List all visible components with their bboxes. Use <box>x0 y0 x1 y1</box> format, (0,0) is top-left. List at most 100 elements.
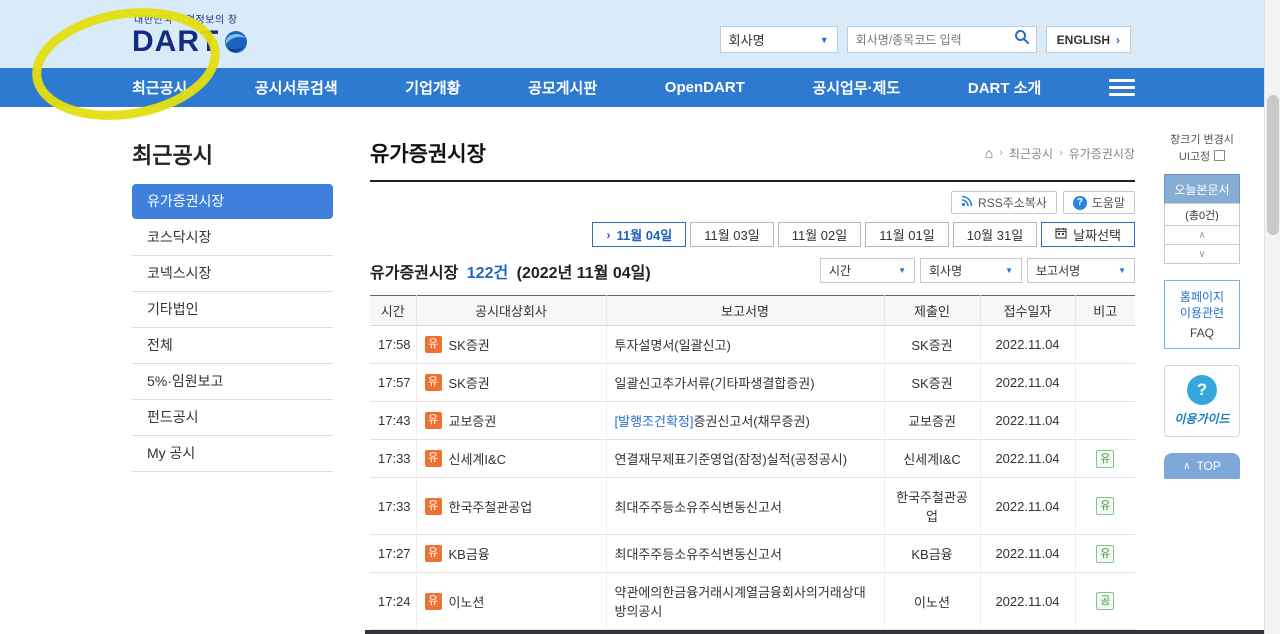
breadcrumb-kospi[interactable]: 유가증권시장 <box>1069 145 1135 162</box>
company-link[interactable]: 한국주철관공업 <box>449 500 533 515</box>
page-bottom-edge <box>365 630 1264 634</box>
today-docs-prev-button[interactable]: ∧ <box>1164 225 1240 245</box>
main-content: 유가증권시장 ⌂ › 최근공시 › 유가증권시장 RSS주소복사 ? 도움말 ›… <box>370 138 1135 634</box>
date-tab-nov01[interactable]: 11월 01일 <box>865 222 949 247</box>
company-link[interactable]: 이노션 <box>449 595 485 610</box>
report-correction-link[interactable]: [발행조건확정] <box>615 414 694 429</box>
nav-item-disclosure-system[interactable]: 공시업무·제도 <box>812 77 900 98</box>
page-scrollbar-track[interactable] <box>1264 0 1280 634</box>
date-tab-nov04[interactable]: › 11월 04일 <box>592 222 687 247</box>
sort-select-report[interactable]: 보고서명 ▼ <box>1027 258 1135 283</box>
arrow-right-icon: › <box>1116 32 1120 47</box>
sidebar-item-kospi[interactable]: 유가증권시장 <box>132 184 333 219</box>
faq-label: FAQ <box>1189 326 1214 341</box>
kospi-market-badge: 유 <box>424 497 442 515</box>
kospi-market-badge: 유 <box>424 545 442 562</box>
breadcrumb-recent[interactable]: 최근공시 <box>1009 145 1053 162</box>
table-row: 17:33 유 한국주철관공업 최대주주등소유주식변동신고서 한국주철관공업 20… <box>370 477 1135 535</box>
table-header-row: 시간 공시대상회사 보고서명 제출인 접수일자 비고 <box>370 295 1135 326</box>
date-tab-label: 10월 31일 <box>966 228 1024 243</box>
nav-item-opendart[interactable]: OpenDART <box>665 79 745 96</box>
row-submitter: SK증권 <box>883 325 980 364</box>
date-picker-label: 날짜선택 <box>1073 228 1121 243</box>
row-submitter: 신세계I&C <box>883 439 980 478</box>
report-link[interactable]: 증권신고서(채무증권) <box>693 414 809 429</box>
row-date: 2022.11.04 <box>979 534 1075 573</box>
sidebar-item-konex[interactable]: 코넥스시장 <box>132 256 333 292</box>
report-link[interactable]: 약관에의한금융거래시계열금융회사의거래상대방의공시 <box>615 585 866 619</box>
report-link[interactable]: 최대주주등소유주식변동신고서 <box>615 547 782 562</box>
english-label: ENGLISH <box>1056 32 1110 47</box>
search-input[interactable] <box>855 32 1014 47</box>
search-category-select[interactable]: 회사명 ▼ <box>719 26 838 53</box>
report-link[interactable]: 연결재무제표기준영업(잠정)실적(공정공시) <box>615 452 848 467</box>
sort-select-time[interactable]: 시간 ▼ <box>820 258 915 283</box>
top-label: TOP <box>1196 459 1221 474</box>
question-circle-icon: ? <box>1187 375 1217 406</box>
remark-badge: 유 <box>1096 449 1115 468</box>
dart-logo[interactable]: 대한민국 기업정보의 창 DART <box>132 11 248 57</box>
sort-select-company[interactable]: 회사명 ▼ <box>920 258 1022 283</box>
sort-select-value: 시간 <box>829 264 852 278</box>
sidebar-item-5pct-exec[interactable]: 5%·임원보고 <box>132 364 333 400</box>
scroll-to-top-button[interactable]: ∧ TOP <box>1164 453 1240 480</box>
date-tab-oct31[interactable]: 10월 31일 <box>952 222 1038 247</box>
menu-bar <box>1108 79 1135 82</box>
company-link[interactable]: SK증권 <box>449 338 490 353</box>
row-date: 2022.11.04 <box>979 477 1075 535</box>
row-submitter: SK증권 <box>883 363 980 402</box>
nav-item-recent-disclosure[interactable]: 최근공시 <box>132 77 187 98</box>
usage-guide-link[interactable]: ? 이용가이드 <box>1164 365 1240 438</box>
page-scrollbar-thumb[interactable] <box>1267 95 1279 235</box>
company-link[interactable]: 교보증권 <box>449 414 497 429</box>
date-picker-button[interactable]: 날짜선택 <box>1041 222 1135 247</box>
disclosure-table: 시간 공시대상회사 보고서명 제출인 접수일자 비고 17:58 유 SK증권 투… <box>370 295 1135 634</box>
rss-copy-button[interactable]: RSS주소복사 <box>951 191 1057 214</box>
chevron-down-icon: ▼ <box>819 34 829 45</box>
date-tab-nov03[interactable]: 11월 03일 <box>690 222 774 247</box>
date-tab-nov02[interactable]: 11월 02일 <box>777 222 862 247</box>
summary-count: 122건 <box>466 264 509 282</box>
help-label: 도움말 <box>1091 196 1125 210</box>
calendar-icon <box>1055 227 1067 242</box>
sidebar-item-other-corp[interactable]: 기타법인 <box>132 292 333 328</box>
sidebar-item-my[interactable]: My 공시 <box>132 436 333 472</box>
home-icon[interactable]: ⌂ <box>985 145 993 161</box>
rss-icon <box>961 195 973 210</box>
nav-item-dart-intro[interactable]: DART 소개 <box>968 77 1041 98</box>
faq-line2: 이용관련 <box>1179 306 1225 321</box>
row-date: 2022.11.04 <box>979 401 1075 440</box>
english-button[interactable]: ENGLISH › <box>1045 26 1131 53</box>
main-nav: 최근공시 공시서류검색 기업개황 공모게시판 OpenDART 공시업무·제도 … <box>0 68 1280 107</box>
column-header-remark: 비고 <box>1074 295 1135 326</box>
ui-fix-note-line2: UI고정 <box>1178 150 1211 163</box>
faq-line1: 홈페이지 <box>1179 290 1225 304</box>
row-time: 17:58 <box>370 325 416 364</box>
company-link[interactable]: SK증권 <box>449 376 490 391</box>
sidebar-item-fund[interactable]: 펀드공시 <box>132 400 333 436</box>
sidebar-item-all[interactable]: 전체 <box>132 328 333 364</box>
report-link[interactable]: 투자설명서(일괄신고) <box>615 338 731 353</box>
help-button[interactable]: ? 도움말 <box>1062 191 1135 214</box>
report-link[interactable]: 최대주주등소유주식변동신고서 <box>615 500 782 515</box>
sidebar-item-kosdaq[interactable]: 코스닥시장 <box>132 220 333 256</box>
table-row: 17:58 유 SK증권 투자설명서(일괄신고) SK증권 2022.11.04 <box>370 325 1135 364</box>
search-icon[interactable] <box>1014 29 1030 50</box>
nav-item-document-search[interactable]: 공시서류검색 <box>255 77 338 98</box>
column-header-company: 공시대상회사 <box>415 295 606 326</box>
chevron-up-icon: ∧ <box>1183 460 1191 472</box>
hamburger-menu-icon[interactable] <box>1108 79 1135 96</box>
report-link[interactable]: 일괄신고추가서류(기타파생결합증권) <box>615 376 815 391</box>
ui-fix-checkbox[interactable] <box>1214 149 1226 161</box>
date-tab-label: 11월 02일 <box>791 228 848 243</box>
chevron-down-icon: ∨ <box>1198 248 1206 260</box>
today-documents-button[interactable]: 오늘본문서 <box>1164 174 1240 204</box>
today-docs-next-button[interactable]: ∨ <box>1164 244 1240 264</box>
nav-item-public-offering[interactable]: 공모게시판 <box>528 77 597 98</box>
kospi-market-badge: 유 <box>424 592 442 610</box>
company-link[interactable]: KB금융 <box>449 547 490 562</box>
nav-item-company-overview[interactable]: 기업개황 <box>405 77 460 98</box>
company-link[interactable]: 신세계I&C <box>449 452 507 467</box>
faq-link[interactable]: 홈페이지 이용관련 FAQ <box>1164 280 1240 350</box>
right-rail: 창크기 변경시 UI고정 오늘본문서 (총0건) ∧ ∨ 홈페이지 이용관련 F… <box>1164 132 1240 480</box>
